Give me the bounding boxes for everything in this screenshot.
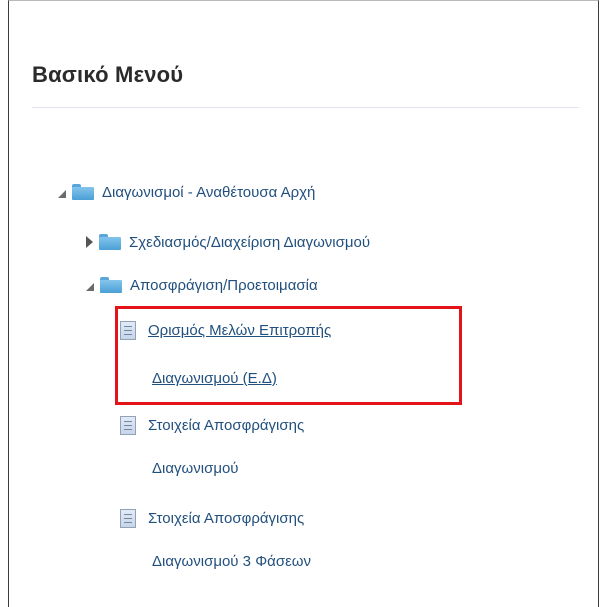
tree-leaf-committee-members[interactable]: Ορισμός Μελών Επιτροπής bbox=[120, 317, 331, 343]
tree-node-label[interactable]: Διαγωνισμοί - Αναθέτουσα Αρχή bbox=[102, 184, 315, 201]
tree-leaf-unsealing-data[interactable]: Στοιχεία Αποσφράγισης bbox=[120, 412, 304, 438]
document-icon bbox=[120, 508, 136, 528]
leaf-link-line2[interactable]: Διαγωνισμού (Ε.Δ) bbox=[152, 370, 277, 387]
leaf-link-line2[interactable]: Διαγωνισμού 3 Φάσεων bbox=[152, 553, 311, 570]
tree-node-unsealing[interactable]: Αποσφράγιση/Προετοιμασία bbox=[86, 272, 318, 298]
folder-icon bbox=[99, 234, 121, 250]
tree-node-tenders[interactable]: Διαγωνισμοί - Αναθέτουσα Αρχή bbox=[58, 179, 315, 205]
document-icon bbox=[120, 320, 136, 340]
tree-node-planning[interactable]: Σχεδιασμός/Διαχείριση Διαγωνισμού bbox=[86, 229, 370, 255]
folder-icon bbox=[72, 184, 94, 200]
leaf-link-line1[interactable]: Στοιχεία Αποσφράγισης bbox=[148, 417, 304, 434]
folder-icon bbox=[100, 277, 122, 293]
tree-node-label[interactable]: Σχεδιασμός/Διαχείριση Διαγωνισμού bbox=[129, 234, 370, 251]
leaf-link-line1[interactable]: Στοιχεία Αποσφράγισης bbox=[148, 510, 304, 527]
panel-title: Βασικό Μενού bbox=[32, 62, 184, 87]
expand-triangle-icon[interactable] bbox=[86, 283, 94, 291]
leaf-link-line2[interactable]: Διαγωνισμού bbox=[152, 460, 239, 477]
document-icon bbox=[120, 415, 136, 435]
expand-triangle-icon[interactable] bbox=[58, 190, 66, 198]
tree-node-label[interactable]: Αποσφράγιση/Προετοιμασία bbox=[130, 277, 318, 294]
title-divider bbox=[32, 107, 579, 108]
collapse-triangle-icon[interactable] bbox=[86, 236, 93, 248]
leaf-link-line1[interactable]: Ορισμός Μελών Επιτροπής bbox=[148, 322, 331, 339]
tree-leaf-unsealing-data-3-phases[interactable]: Στοιχεία Αποσφράγισης bbox=[120, 505, 304, 531]
